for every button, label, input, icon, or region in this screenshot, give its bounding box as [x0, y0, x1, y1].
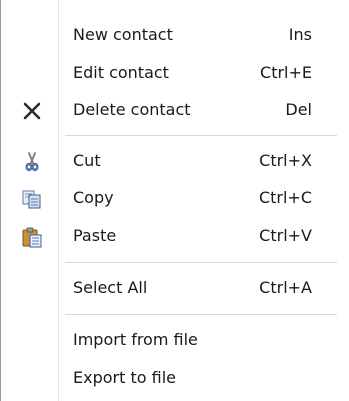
- menu-item-label: Delete contact: [73, 100, 191, 119]
- menu-item-label: Cut: [73, 151, 101, 170]
- menu-item-label: Import from file: [73, 330, 198, 349]
- menu-separator: [65, 135, 337, 136]
- menu-item-paste[interactable]: Paste Ctrl+V: [1, 220, 349, 252]
- menu-item-label: Paste: [73, 226, 117, 245]
- menu-item-delete-contact[interactable]: Delete contact Del: [1, 94, 349, 126]
- delete-x-icon: [21, 100, 43, 122]
- menu-item-shortcut: Del: [285, 100, 312, 119]
- menu-item-select-all[interactable]: Select All Ctrl+A: [1, 272, 349, 304]
- menu-item-copy[interactable]: Copy Ctrl+C: [1, 182, 349, 214]
- menu-item-import-from-file[interactable]: Import from file: [1, 324, 349, 356]
- menu-separator: [65, 262, 337, 263]
- menu-item-shortcut: Ctrl+V: [259, 226, 312, 245]
- context-menu: New contact Ins Edit contact Ctrl+E Dele…: [0, 0, 349, 401]
- menu-item-shortcut: Ctrl+C: [258, 188, 312, 207]
- menu-item-label: Copy: [73, 188, 114, 207]
- menu-item-new-contact[interactable]: New contact Ins: [1, 19, 349, 51]
- menu-item-edit-contact[interactable]: Edit contact Ctrl+E: [1, 57, 349, 89]
- menu-separator: [65, 314, 337, 315]
- menu-item-shortcut: Ins: [288, 25, 312, 44]
- menu-item-shortcut: Ctrl+A: [259, 278, 312, 297]
- menu-item-shortcut: Ctrl+X: [259, 151, 312, 170]
- menu-item-label: Edit contact: [73, 63, 169, 82]
- copy-icon: [21, 188, 43, 210]
- menu-item-label: Export to file: [73, 368, 176, 387]
- menu-item-cut[interactable]: Cut Ctrl+X: [1, 145, 349, 177]
- menu-item-export-to-file[interactable]: Export to file: [1, 362, 349, 394]
- menu-item-label: New contact: [73, 25, 173, 44]
- clipboard-icon: [21, 226, 43, 248]
- scissors-icon: [21, 151, 43, 173]
- menu-item-shortcut: Ctrl+E: [260, 63, 312, 82]
- menu-item-label: Select All: [73, 278, 148, 297]
